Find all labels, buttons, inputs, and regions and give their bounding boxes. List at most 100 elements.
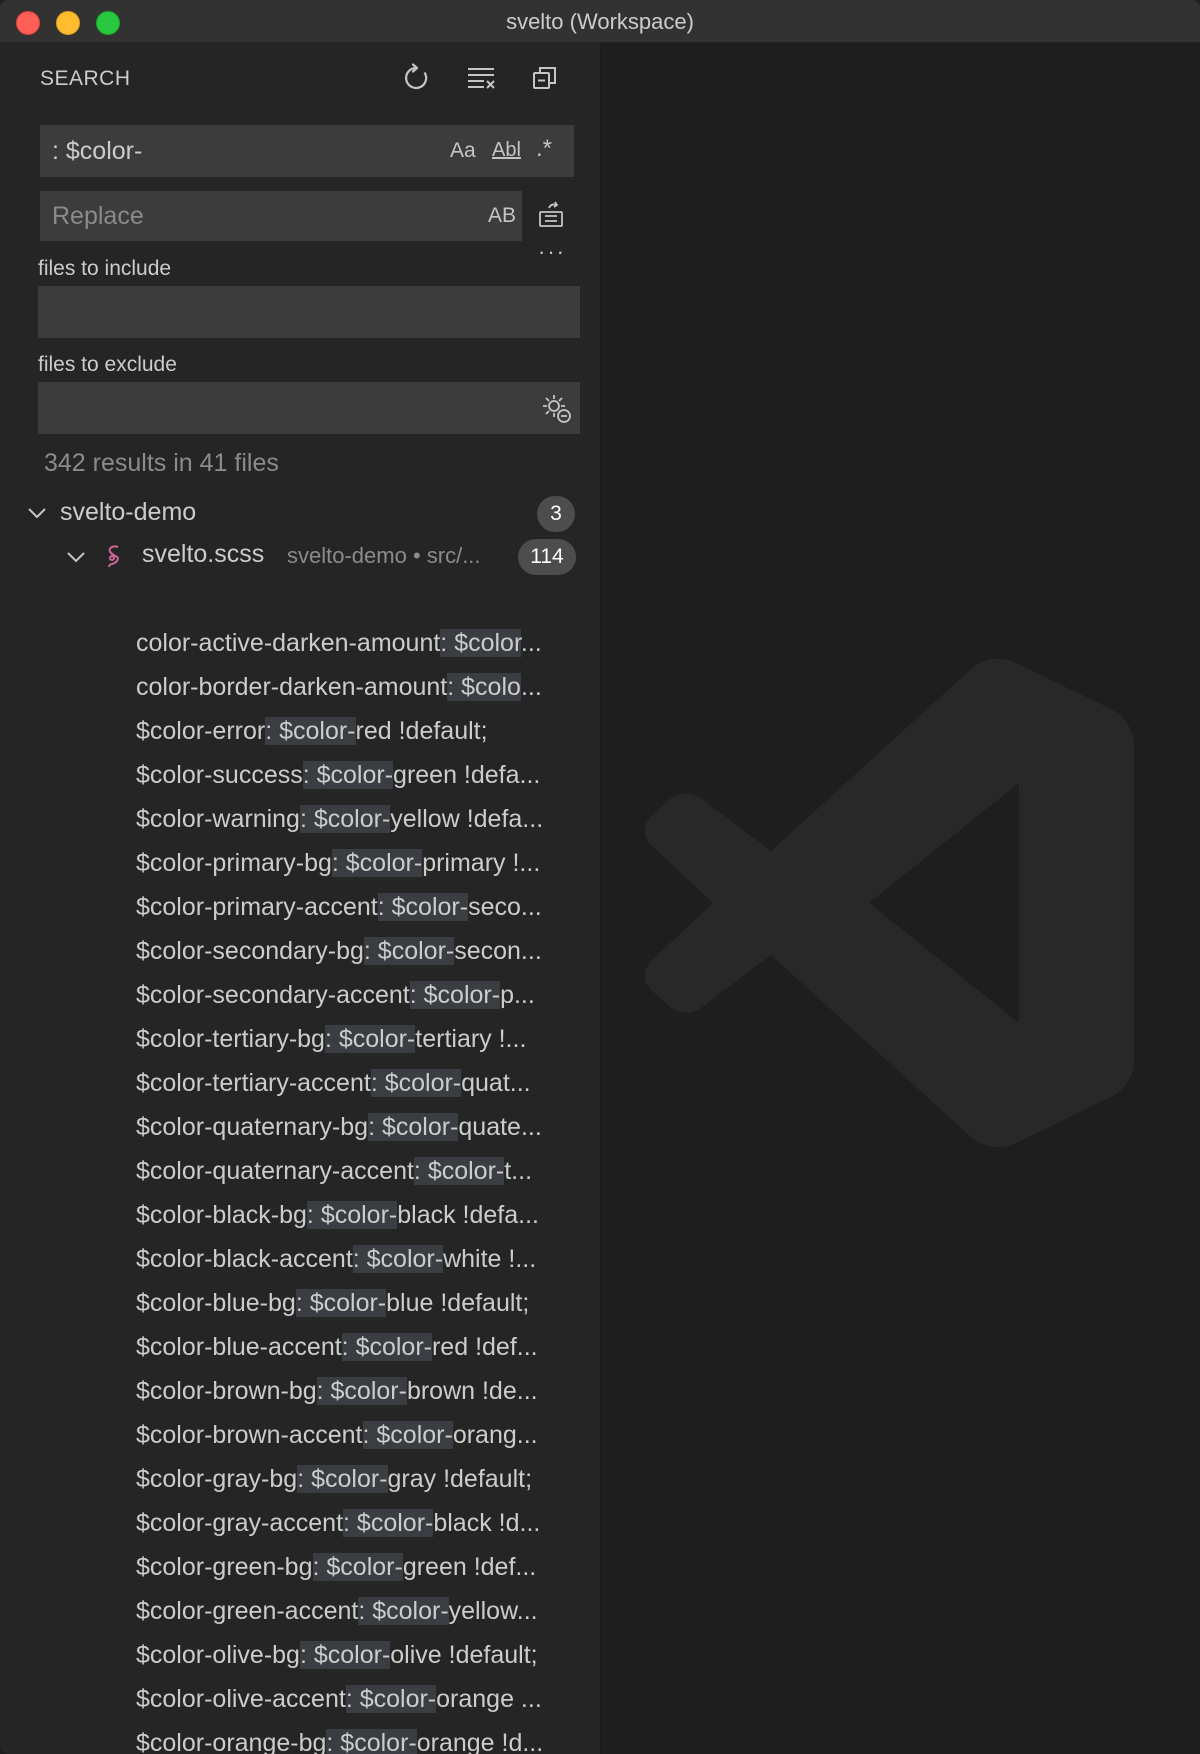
file-path: svelto-demo • src/... bbox=[287, 543, 481, 568]
search-match-row[interactable]: $color-secondary-accent: $color-p... bbox=[0, 973, 600, 1017]
match-highlight: : $color bbox=[440, 629, 521, 657]
toggle-search-details-button[interactable]: ··· bbox=[538, 239, 566, 265]
folder-row[interactable]: svelto-demo 3 bbox=[0, 491, 600, 535]
vscode-logo-icon bbox=[641, 643, 1161, 1163]
match-prefix: $color-quaternary-bg bbox=[136, 1113, 369, 1141]
search-match-row[interactable]: $color-tertiary-bg: $color-tertiary !... bbox=[0, 1017, 600, 1061]
match-highlight: : $color- bbox=[302, 761, 394, 789]
match-prefix: $color-green-bg bbox=[136, 1553, 313, 1581]
match-text: $color-warning: $color-yellow !defa... bbox=[136, 797, 543, 841]
file-row[interactable]: svelto.scss svelto-demo • src/... 114 bbox=[0, 535, 600, 579]
search-match-row[interactable]: $color-error: $color-red !default; bbox=[0, 709, 600, 753]
search-match-row[interactable]: $color-orange-bg: $color-orange !d... bbox=[0, 1721, 600, 1754]
match-highlight: : $color- bbox=[409, 981, 501, 1009]
match-text: $color-gray-bg: $color-gray !default; bbox=[136, 1457, 532, 1501]
match-prefix: color-active-darken-amount bbox=[136, 629, 441, 657]
search-match-row[interactable]: $color-brown-accent: $color-orang... bbox=[0, 1413, 600, 1457]
search-match-row[interactable]: $color-quaternary-bg: $color-quate... bbox=[0, 1105, 600, 1149]
match-highlight: : $color- bbox=[299, 805, 391, 833]
exclude-settings-icon[interactable] bbox=[540, 392, 572, 424]
match-suffix: green !defa... bbox=[393, 761, 541, 789]
match-text: $color-brown-bg: $color-brown !de... bbox=[136, 1369, 538, 1413]
match-prefix: $color-secondary-bg bbox=[136, 937, 364, 965]
match-text: color-border-darken-amount: $colo... bbox=[136, 665, 542, 709]
match-suffix: gray !default; bbox=[387, 1465, 533, 1493]
match-suffix: secon... bbox=[454, 937, 542, 965]
search-match-row[interactable]: color-active-darken-amount: $color... bbox=[0, 621, 600, 665]
search-match-row[interactable]: $color-gray-accent: $color-black !d... bbox=[0, 1501, 600, 1545]
exclude-input[interactable] bbox=[38, 382, 580, 434]
match-text: $color-black-bg: $color-black !defa... bbox=[136, 1193, 539, 1237]
match-text: $color-gray-accent: $color-black !d... bbox=[136, 1501, 540, 1545]
match-suffix: quate... bbox=[458, 1113, 542, 1141]
match-highlight: : $color- bbox=[299, 1641, 391, 1669]
match-prefix: $color-success bbox=[136, 761, 303, 789]
match-suffix: ... bbox=[520, 673, 542, 701]
match-text: $color-quaternary-bg: $color-quate... bbox=[136, 1105, 542, 1149]
match-text: $color-brown-accent: $color-orang... bbox=[136, 1413, 538, 1457]
match-prefix: $color-primary-bg bbox=[136, 849, 332, 877]
search-match-row[interactable]: $color-secondary-bg: $color-secon... bbox=[0, 929, 600, 973]
replace-all-icon[interactable] bbox=[537, 200, 567, 230]
match-text: $color-tertiary-accent: $color-quat... bbox=[136, 1061, 531, 1105]
preserve-case-toggle[interactable]: AB bbox=[488, 204, 516, 228]
search-match-row[interactable]: $color-black-accent: $color-white !... bbox=[0, 1237, 600, 1281]
match-prefix: $color-primary-accent bbox=[136, 893, 378, 921]
match-highlight: : $color- bbox=[343, 1509, 434, 1537]
search-match-row[interactable]: $color-primary-bg: $color-primary !... bbox=[0, 841, 600, 885]
match-text: $color-blue-accent: $color-red !def... bbox=[136, 1325, 538, 1369]
search-match-row[interactable]: $color-primary-accent: $color-seco... bbox=[0, 885, 600, 929]
search-match-row[interactable]: $color-warning: $color-yellow !defa... bbox=[0, 797, 600, 841]
collapse-all-icon[interactable] bbox=[530, 63, 560, 93]
refresh-icon[interactable] bbox=[402, 63, 432, 93]
file-count-badge: 114 bbox=[518, 539, 576, 575]
replace-input[interactable] bbox=[40, 191, 522, 241]
chevron-down-icon bbox=[66, 547, 86, 567]
search-match-row[interactable]: $color-brown-bg: $color-brown !de... bbox=[0, 1369, 600, 1413]
match-suffix: seco... bbox=[468, 893, 542, 921]
search-match-row[interactable]: $color-success: $color-green !defa... bbox=[0, 753, 600, 797]
match-suffix: white !... bbox=[443, 1245, 537, 1273]
match-suffix: tertiary !... bbox=[415, 1025, 527, 1053]
whole-word-toggle[interactable]: Abl bbox=[492, 139, 521, 162]
match-case-toggle[interactable]: Aa bbox=[450, 139, 476, 163]
match-suffix: olive !default; bbox=[390, 1641, 538, 1669]
title-bar: svelto (Workspace) bbox=[0, 0, 1200, 43]
results-summary: 342 results in 41 files bbox=[44, 449, 279, 477]
match-highlight: : $color- bbox=[297, 1465, 388, 1493]
search-match-row[interactable]: $color-green-bg: $color-green !def... bbox=[0, 1545, 600, 1589]
match-suffix: primary !... bbox=[422, 849, 541, 877]
match-text: $color-quaternary-accent: $color-t... bbox=[136, 1149, 532, 1193]
match-suffix: orange ... bbox=[436, 1685, 542, 1713]
search-match-row[interactable]: $color-green-accent: $color-yellow... bbox=[0, 1589, 600, 1633]
match-highlight: : $color- bbox=[377, 893, 469, 921]
match-prefix: color-border-darken-amount bbox=[136, 673, 448, 701]
search-match-row[interactable]: $color-tertiary-accent: $color-quat... bbox=[0, 1061, 600, 1105]
folder-count-badge: 3 bbox=[537, 496, 575, 532]
match-text: color-active-darken-amount: $color... bbox=[136, 621, 542, 665]
search-match-row[interactable]: color-border-darken-amount: $colo... bbox=[0, 665, 600, 709]
match-suffix: p... bbox=[500, 981, 535, 1009]
search-match-row[interactable]: $color-gray-bg: $color-gray !default; bbox=[0, 1457, 600, 1501]
search-match-row[interactable]: $color-olive-accent: $color-orange ... bbox=[0, 1677, 600, 1721]
match-highlight: : $color- bbox=[363, 937, 455, 965]
match-highlight: : $color- bbox=[306, 1201, 398, 1229]
include-input[interactable] bbox=[38, 286, 580, 338]
match-suffix: orang... bbox=[452, 1421, 538, 1449]
match-suffix: ... bbox=[520, 629, 542, 657]
search-match-row[interactable]: $color-black-bg: $color-black !defa... bbox=[0, 1193, 600, 1237]
regex-toggle[interactable]: .* bbox=[536, 135, 552, 163]
match-prefix: $color-brown-bg bbox=[136, 1377, 317, 1405]
search-match-row[interactable]: $color-quaternary-accent: $color-t... bbox=[0, 1149, 600, 1193]
match-text: $color-olive-bg: $color-olive !default; bbox=[136, 1633, 538, 1677]
panel-title: SEARCH bbox=[40, 67, 131, 90]
match-suffix: t... bbox=[504, 1157, 533, 1185]
match-highlight: : $color- bbox=[352, 1245, 444, 1273]
clear-results-icon[interactable] bbox=[466, 63, 496, 93]
match-prefix: $color-tertiary-bg bbox=[136, 1025, 325, 1053]
match-text: $color-blue-bg: $color-blue !default; bbox=[136, 1281, 529, 1325]
match-highlight: : $color- bbox=[345, 1685, 437, 1713]
search-match-row[interactable]: $color-blue-bg: $color-blue !default; bbox=[0, 1281, 600, 1325]
search-match-row[interactable]: $color-olive-bg: $color-olive !default; bbox=[0, 1633, 600, 1677]
search-match-row[interactable]: $color-blue-accent: $color-red !def... bbox=[0, 1325, 600, 1369]
